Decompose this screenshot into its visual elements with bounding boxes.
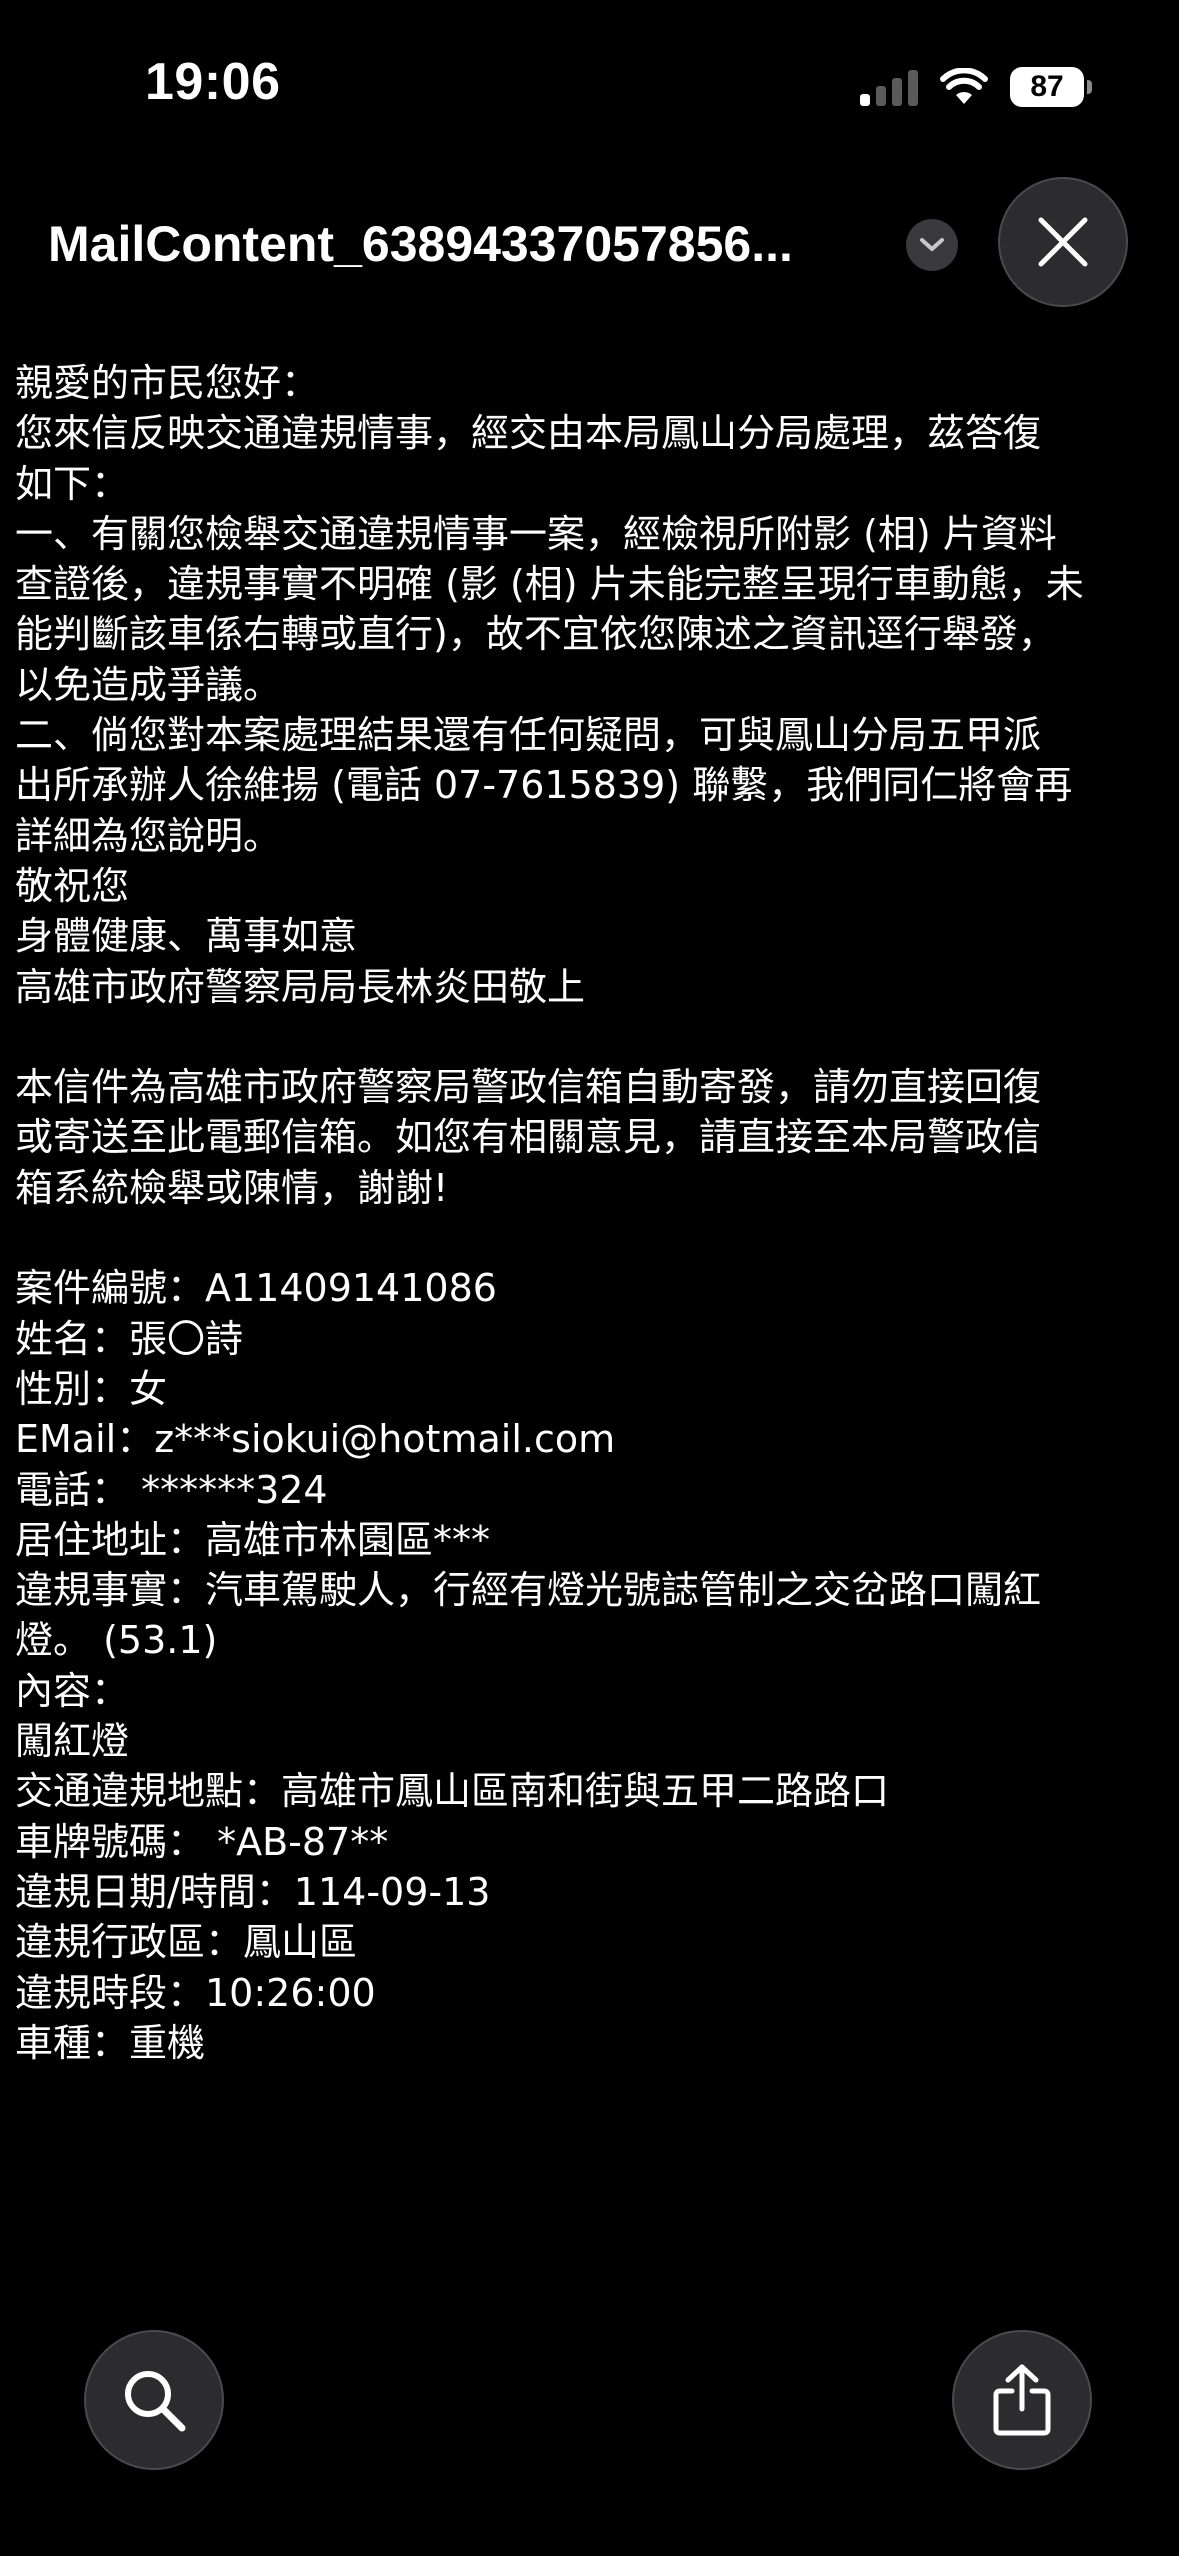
close-button[interactable] (998, 177, 1128, 307)
violation-fact: 燈。 (53.1) (15, 1618, 218, 1663)
address-field: 居住地址：高雄市林園區*** (15, 1517, 491, 1562)
status-icons: 87 (860, 62, 1092, 112)
mail-blank-line (15, 1012, 1170, 1062)
title-menu-button[interactable] (906, 219, 958, 271)
status-bar: 19:06 87 (0, 0, 1179, 170)
content-label: 內容： (15, 1668, 130, 1713)
chevron-down-icon (920, 238, 944, 251)
search-icon (125, 2371, 186, 2432)
share-icon (993, 2364, 1051, 2436)
mail-line: 一、有關您檢舉交通違規情事一案，經檢視所附影 (相) 片資料 (15, 511, 1057, 556)
share-button[interactable] (952, 2330, 1092, 2470)
vehicle-type: 車種：重機 (15, 2020, 206, 2065)
mail-line: 您來信反映交通違規情事，經交由本局鳳山分局處理，茲答復 (15, 411, 1042, 456)
phone-field: 電話： ******324 (15, 1467, 328, 1512)
search-button[interactable] (84, 2330, 224, 2470)
mail-line: 二、倘您對本案處理結果還有任何疑問，可與鳳山分局五甲派 (15, 713, 1042, 758)
violation-location: 交通違規地點：高雄市鳳山區南和街與五甲二路路口 (15, 1769, 890, 1814)
mail-line: 高雄市政府警察局局長林炎田敬上 (15, 964, 586, 1009)
status-time: 19:06 (145, 53, 281, 111)
case-number: 案件編號：A11409141086 (15, 1266, 497, 1311)
document-header: MailContent_63894337057856... (0, 175, 1179, 315)
document-title[interactable]: MailContent_63894337057856... (48, 215, 868, 273)
close-icon (1038, 217, 1088, 267)
mail-line: 親愛的市民您好： (15, 361, 320, 405)
mail-line: 能判斷該車係右轉或直行)，故不宜依您陳述之資訊逕行舉發， (15, 612, 1056, 657)
content-value: 闖紅燈 (15, 1719, 130, 1764)
cellular-signal-icon (860, 68, 918, 106)
mail-content: 親愛的市民您好： 您來信反映交通違規情事，經交由本局鳳山分局處理，茲答復 如下：… (15, 358, 1170, 2068)
mail-line: 出所承辦人徐維揚 (電話 07-7615839) 聯繫，我們同仁將會再 (15, 763, 1073, 808)
mail-line: 本信件為高雄市政府警察局警政信箱自動寄發，請勿直接回復 (15, 1065, 1042, 1110)
mail-line: 箱系統檢舉或陳情，謝謝! (15, 1165, 449, 1210)
violation-district: 違規行政區：鳳山區 (15, 1920, 358, 1965)
mail-line: 敬祝您 (15, 863, 130, 908)
battery-indicator: 87 (1010, 67, 1092, 107)
violation-fact: 違規事實：汽車駕駛人，行經有燈光號誌管制之交岔路口闖紅 (15, 1568, 1042, 1613)
mail-line: 詳細為您說明。 (15, 813, 282, 858)
gender-field: 性別：女 (15, 1366, 168, 1411)
mail-line: 以免造成爭議。 (15, 662, 282, 707)
mail-line: 身體健康、萬事如意 (15, 914, 358, 959)
email-field: EMail：z***siokui@hotmail.com (15, 1417, 616, 1462)
violation-time: 違規時段：10:26:00 (15, 1970, 376, 2015)
mail-line: 查證後，違規事實不明確 (影 (相) 片未能完整呈現行車動態，未 (15, 562, 1084, 607)
violation-date: 違規日期/時間：114-09-13 (15, 1869, 491, 1914)
mail-blank-line (15, 1213, 1170, 1263)
name-field: 姓名：張〇詩 (15, 1316, 244, 1361)
license-plate: 車牌號碼： *AB-87** (15, 1819, 389, 1864)
mail-line: 如下： (15, 461, 130, 506)
mail-line: 或寄送至此電郵信箱。如您有相關意見，請直接至本局警政信 (15, 1115, 1042, 1160)
wifi-icon (940, 68, 988, 104)
